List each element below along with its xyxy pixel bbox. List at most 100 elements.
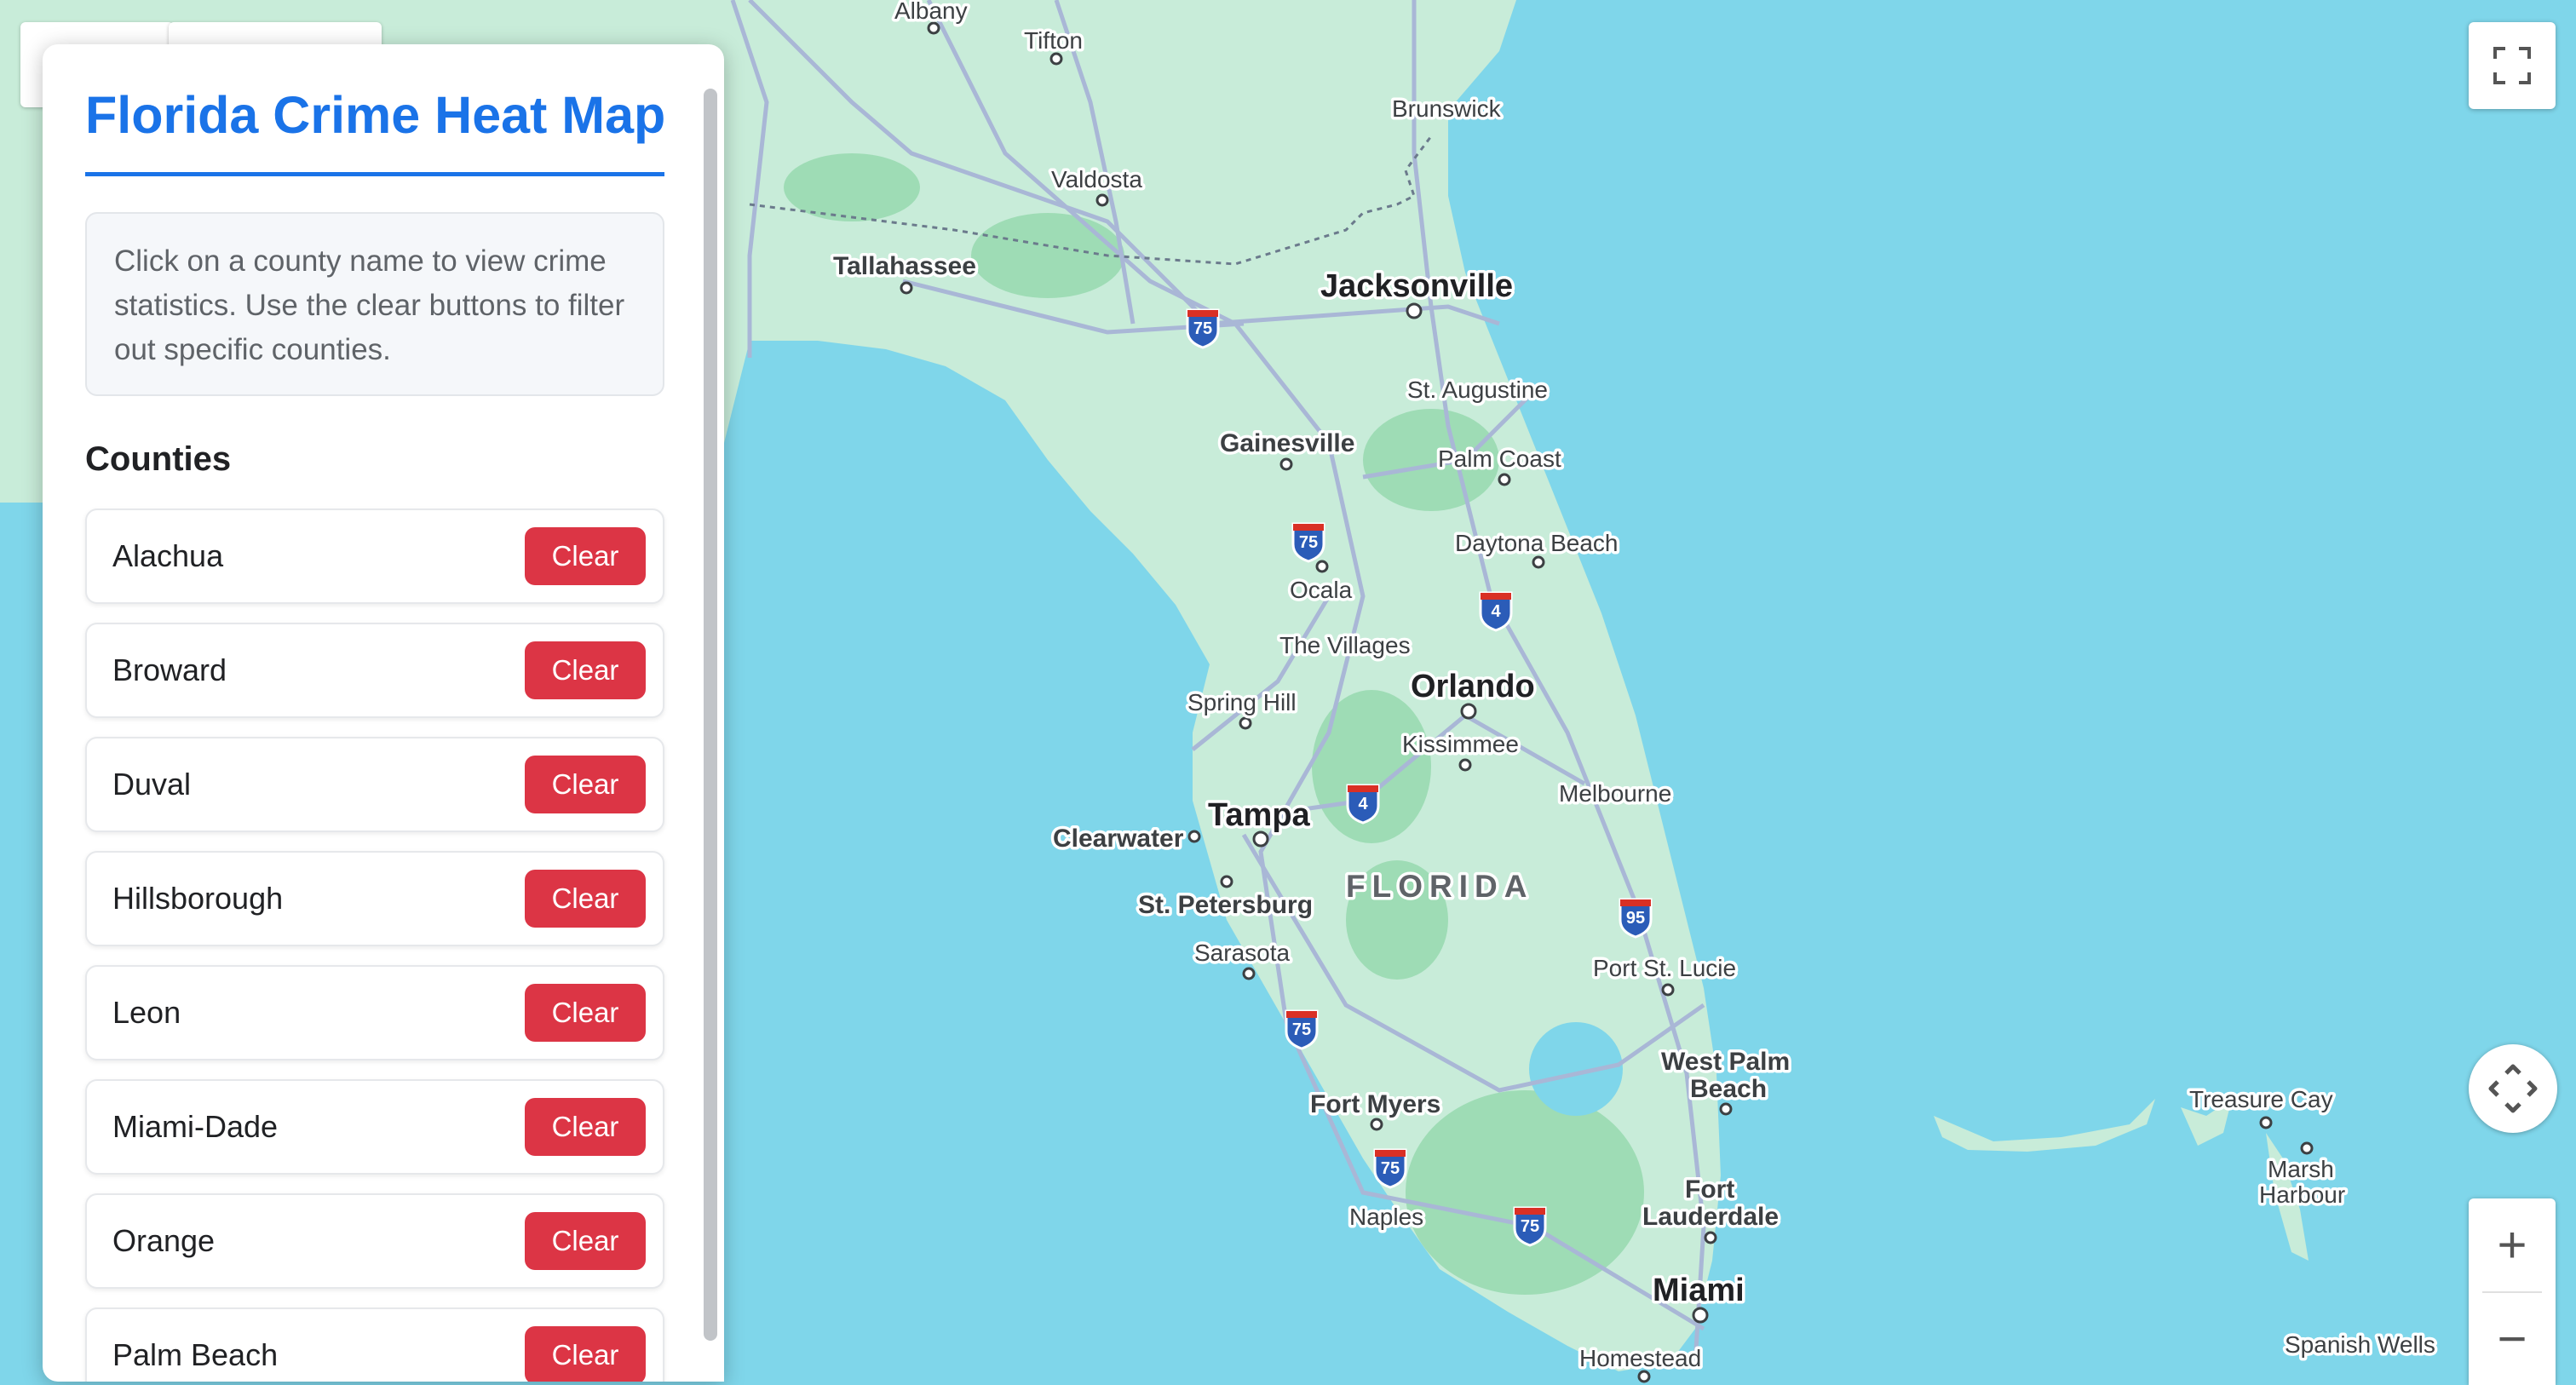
info-box: Click on a county name to view crime sta…	[85, 212, 664, 396]
zoom-control: + −	[2469, 1198, 2556, 1385]
city-label-tifton: Tifton	[1024, 27, 1083, 54]
city-dot	[1239, 716, 1252, 730]
park-area	[971, 213, 1124, 298]
county-name[interactable]: Alachua	[112, 538, 223, 574]
title-divider	[85, 172, 664, 176]
interstate-number: 75	[1193, 319, 1212, 338]
interstate-shield-icon: 75	[1291, 522, 1325, 563]
city-label-west-palm-beach-2: Beach	[1690, 1075, 1767, 1103]
county-row[interactable]: Miami-Dade Clear	[85, 1079, 664, 1175]
city-dot	[1370, 1118, 1383, 1131]
interstate-number: 75	[1299, 533, 1318, 552]
county-row[interactable]: Hillsborough Clear	[85, 851, 664, 946]
city-label-st-petersburg: St. Petersburg	[1138, 891, 1313, 919]
clear-button[interactable]: Clear	[525, 1098, 646, 1156]
county-row[interactable]: Orange Clear	[85, 1193, 664, 1289]
city-label-naples: Naples	[1349, 1204, 1423, 1230]
city-label-valdosta: Valdosta	[1051, 166, 1142, 193]
city-dot	[1532, 555, 1545, 569]
city-dot	[1406, 302, 1423, 319]
city-label-homestead: Homestead	[1579, 1345, 1701, 1371]
city-dot	[1637, 1370, 1651, 1383]
city-label-kissimmee: Kissimmee	[1402, 731, 1519, 757]
county-name[interactable]: Orange	[112, 1223, 215, 1259]
city-label-sarasota: Sarasota	[1194, 940, 1290, 966]
fullscreen-button[interactable]	[2469, 22, 2556, 109]
city-label-daytona-beach: Daytona Beach	[1455, 530, 1618, 556]
zoom-out-button[interactable]: −	[2469, 1293, 2556, 1385]
city-label-port-st-lucie: Port St. Lucie	[1593, 955, 1736, 981]
interstate-number: 75	[1381, 1159, 1400, 1178]
city-label-marsh-harbour: Marsh	[2268, 1156, 2334, 1182]
plus-icon: +	[2497, 1215, 2527, 1273]
interstate-shield-icon: 75	[1285, 1009, 1319, 1050]
interstate-shield-icon: 4	[1346, 784, 1380, 825]
city-label-ocala: Ocala	[1290, 577, 1353, 603]
city-dot	[2300, 1141, 2314, 1155]
interstate-shield-icon: 75	[1373, 1148, 1407, 1189]
county-name[interactable]: Leon	[112, 995, 181, 1031]
county-name[interactable]: Miami-Dade	[112, 1109, 278, 1145]
interstate-number: 95	[1626, 909, 1645, 928]
city-dot	[1458, 758, 1472, 772]
interstate-shield-icon: 95	[1619, 898, 1653, 939]
panel-scrollbar[interactable]	[704, 89, 717, 1341]
city-dot	[1252, 830, 1269, 848]
city-dot	[2259, 1116, 2273, 1129]
city-dot	[1692, 1307, 1709, 1324]
state-label: FLORIDA	[1346, 869, 1533, 904]
zoom-in-button[interactable]: +	[2469, 1199, 2556, 1291]
county-row[interactable]: Alachua Clear	[85, 509, 664, 604]
county-name[interactable]: Palm Beach	[112, 1337, 278, 1373]
county-list: Alachua Clear Broward Clear Duval Clear Hillsb…	[85, 509, 664, 1382]
county-row[interactable]: Palm Beach Clear	[85, 1307, 664, 1382]
fullscreen-icon	[2493, 47, 2531, 84]
county-row[interactable]: Leon Clear	[85, 965, 664, 1060]
minus-icon: −	[2497, 1309, 2527, 1367]
city-label-tallahassee: Tallahassee	[833, 252, 976, 280]
county-name[interactable]: Hillsborough	[112, 881, 283, 917]
interstate-shield-icon: 75	[1186, 308, 1220, 349]
city-dot	[1049, 52, 1063, 66]
interstate-number: 75	[1292, 1020, 1311, 1039]
city-label-treasure-cay: Treasure Cay	[2189, 1086, 2333, 1112]
park-area	[1312, 690, 1431, 843]
city-dot	[1315, 560, 1329, 573]
city-dot	[900, 281, 913, 295]
city-label-palm-coast: Palm Coast	[1438, 445, 1561, 472]
clear-button[interactable]: Clear	[525, 870, 646, 928]
sidebar-panel: Florida Crime Heat Map Click on a county…	[43, 44, 724, 1382]
panel-title: Florida Crime Heat Map	[85, 86, 666, 144]
clear-button[interactable]: Clear	[525, 984, 646, 1042]
county-name[interactable]: Duval	[112, 767, 191, 802]
city-label-spring-hill: Spring Hill	[1187, 689, 1297, 715]
pan-arrows-icon	[2488, 1064, 2538, 1113]
city-label-gainesville: Gainesville	[1220, 429, 1354, 457]
city-label-clearwater: Clearwater	[1053, 825, 1184, 853]
interstate-shield-icon: 75	[1513, 1206, 1547, 1247]
city-dot	[1242, 967, 1256, 980]
city-label-west-palm-beach: West Palm	[1661, 1048, 1790, 1076]
counties-heading: Counties	[85, 440, 232, 478]
city-dot	[1661, 983, 1675, 997]
city-label-miami: Miami	[1653, 1273, 1745, 1308]
city-dot	[1095, 193, 1109, 207]
clear-button[interactable]: Clear	[525, 1212, 646, 1270]
city-dot	[1704, 1231, 1717, 1244]
city-dot	[927, 21, 940, 35]
city-dot	[1460, 703, 1477, 720]
clear-button[interactable]: Clear	[525, 527, 646, 585]
city-label-fort-myers: Fort Myers	[1310, 1090, 1440, 1118]
county-row[interactable]: Duval Clear	[85, 737, 664, 832]
city-label-jacksonville: Jacksonville	[1320, 268, 1513, 304]
county-row[interactable]: Broward Clear	[85, 623, 664, 718]
clear-button[interactable]: Clear	[525, 756, 646, 813]
city-dot	[1719, 1102, 1733, 1116]
pan-control-button[interactable]	[2469, 1044, 2557, 1133]
city-dot	[1220, 875, 1233, 888]
city-label-spanish-wells: Spanish Wells	[2285, 1331, 2435, 1358]
clear-button[interactable]: Clear	[525, 641, 646, 699]
clear-button[interactable]: Clear	[525, 1326, 646, 1382]
city-dot	[1187, 830, 1201, 843]
county-name[interactable]: Broward	[112, 652, 227, 688]
